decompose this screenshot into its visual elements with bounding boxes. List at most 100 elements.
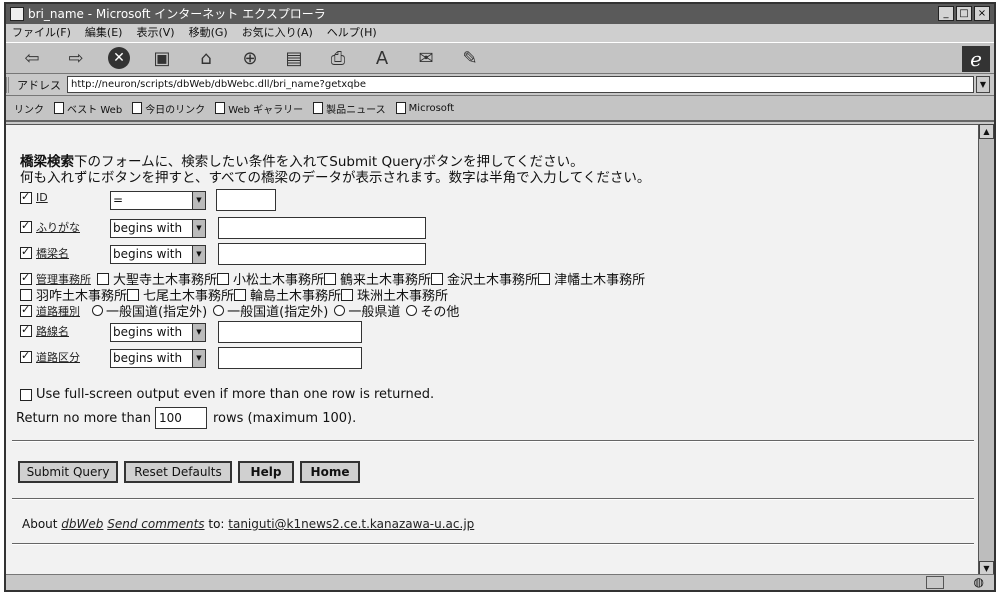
id-checkbox[interactable] bbox=[20, 190, 32, 204]
mail-icon[interactable]: ✉ bbox=[414, 47, 438, 69]
menu-file[interactable]: ファイル(F) bbox=[12, 24, 71, 42]
help-button[interactable]: Help bbox=[238, 461, 294, 483]
fullscreen-label: Use full-screen output even if more than… bbox=[36, 387, 435, 402]
route-name-checkbox[interactable] bbox=[20, 323, 32, 337]
road-type-label[interactable]: 道路種別 bbox=[36, 303, 80, 319]
page-content: 橋梁検索下のフォームに、検索したい条件を入れてSubmit Queryボタンを押… bbox=[6, 124, 978, 576]
refresh-icon[interactable]: ▣ bbox=[150, 47, 174, 69]
divider bbox=[12, 498, 974, 500]
link-product-news[interactable]: 製品ニュース bbox=[313, 101, 386, 116]
menu-view[interactable]: 表示(V) bbox=[136, 24, 174, 42]
edit-icon[interactable]: ✎ bbox=[458, 47, 482, 69]
road-class-checkbox[interactable] bbox=[20, 349, 32, 363]
office-checkbox[interactable] bbox=[20, 271, 32, 285]
route-name-label[interactable]: 路線名 bbox=[36, 323, 69, 339]
minimize-button[interactable]: _ bbox=[938, 6, 954, 21]
return-limit-prefix: Return no more than bbox=[16, 410, 151, 426]
menu-help[interactable]: ヘルプ(H) bbox=[327, 24, 377, 42]
return-limit-suffix: rows (maximum 100). bbox=[212, 410, 357, 426]
menu-bar: ファイル(F) 編集(E) 表示(V) 移動(G) お気に入り(A) ヘルプ(H… bbox=[6, 24, 994, 42]
field-row-furigana: ふりがな bbox=[20, 219, 86, 235]
ie-app-icon bbox=[10, 7, 24, 21]
browser-window: bri_name - Microsoft インターネット エクスプローラ _ □… bbox=[4, 2, 996, 592]
address-input[interactable]: http://neuron/scripts/dbWeb/dbWebc.dll/b… bbox=[67, 76, 974, 93]
office-option-checkbox[interactable] bbox=[127, 288, 140, 301]
office-option-checkbox[interactable] bbox=[217, 272, 230, 285]
furigana-checkbox[interactable] bbox=[20, 219, 32, 233]
office-option-checkbox[interactable] bbox=[341, 288, 354, 301]
furigana-operator-select[interactable]: begins with ▼ bbox=[110, 219, 206, 238]
field-row-road-type: 道路種別 一般国道(指定外) 一般国道(指定外) 一般県道 その他 bbox=[20, 301, 459, 320]
link-microsoft[interactable]: Microsoft bbox=[395, 102, 454, 114]
footer: About dbWeb Send comments to: taniguti@k… bbox=[22, 517, 475, 531]
road-type-radio[interactable] bbox=[334, 305, 346, 316]
vertical-scrollbar[interactable]: ▲ ▼ bbox=[978, 124, 994, 576]
bridge-name-operator-select[interactable]: begins with ▼ bbox=[110, 245, 206, 264]
submit-query-button[interactable]: Submit Query bbox=[18, 461, 118, 483]
route-name-operator-select[interactable]: begins with ▼ bbox=[110, 323, 206, 342]
intro-line-1: 下のフォームに、検索したい条件を入れてSubmit Queryボタンを押してくだ… bbox=[74, 154, 584, 170]
address-dropdown-icon[interactable]: ▼ bbox=[976, 76, 990, 93]
font-icon[interactable]: A bbox=[370, 47, 394, 69]
office-option-checkbox[interactable] bbox=[234, 288, 247, 301]
office-option-checkbox[interactable] bbox=[431, 272, 444, 285]
reset-defaults-button[interactable]: Reset Defaults bbox=[124, 461, 232, 483]
page-icon bbox=[215, 102, 226, 114]
zone-icon bbox=[926, 576, 944, 589]
send-comments-link[interactable]: Send comments bbox=[107, 517, 204, 531]
menu-go[interactable]: 移動(G) bbox=[189, 24, 228, 42]
road-type-radio[interactable] bbox=[213, 305, 225, 316]
road-type-radio[interactable] bbox=[406, 305, 418, 316]
field-row-road-class: 道路区分 bbox=[20, 349, 86, 365]
about-dbweb-link[interactable]: dbWeb bbox=[61, 517, 103, 531]
return-limit-input[interactable]: 100 bbox=[154, 407, 207, 429]
field-row-id: ID bbox=[20, 190, 54, 204]
return-limit-row: Return no more than 100 rows (maximum 10… bbox=[16, 407, 356, 429]
bridge-name-label[interactable]: 橋梁名 bbox=[36, 245, 69, 261]
links-label: リンク bbox=[14, 104, 44, 116]
id-input[interactable] bbox=[216, 189, 276, 211]
toolbar: ⇦ ⇨ ✕ ▣ ⌂ ⊕ ▤ ⎙ A ✉ ✎ e bbox=[6, 42, 994, 74]
page-icon bbox=[132, 102, 143, 114]
road-class-operator-select[interactable]: begins with ▼ bbox=[110, 349, 206, 368]
forward-icon[interactable]: ⇨ bbox=[64, 47, 88, 69]
route-name-input[interactable] bbox=[218, 321, 362, 343]
office-option-checkbox[interactable] bbox=[538, 272, 551, 285]
email-link[interactable]: taniguti@k1news2.ce.t.kanazawa-u.ac.jp bbox=[228, 517, 474, 531]
furigana-label[interactable]: ふりがな bbox=[36, 219, 80, 235]
road-type-radio[interactable] bbox=[92, 305, 103, 316]
maximize-button[interactable]: □ bbox=[956, 6, 972, 21]
search-icon[interactable]: ⊕ bbox=[238, 47, 262, 69]
home-button[interactable]: Home bbox=[300, 461, 360, 483]
address-bar: アドレス http://neuron/scripts/dbWeb/dbWebc.… bbox=[6, 74, 994, 96]
ie-logo-icon: e bbox=[962, 46, 990, 72]
link-best-web[interactable]: ベスト Web bbox=[54, 101, 122, 116]
link-today[interactable]: 今日のリンク bbox=[132, 101, 205, 116]
scroll-up-icon[interactable]: ▲ bbox=[979, 124, 994, 139]
id-operator-select[interactable]: = ▼ bbox=[110, 191, 206, 210]
print-icon[interactable]: ⎙ bbox=[326, 47, 350, 69]
menu-favorites[interactable]: お気に入り(A) bbox=[242, 24, 313, 42]
link-gallery[interactable]: Web ギャラリー bbox=[215, 101, 303, 116]
back-icon[interactable]: ⇦ bbox=[20, 47, 44, 69]
id-label[interactable]: ID bbox=[36, 191, 48, 204]
divider bbox=[12, 543, 974, 545]
bridge-name-checkbox[interactable] bbox=[20, 245, 32, 259]
road-type-checkbox[interactable] bbox=[20, 303, 32, 317]
furigana-input[interactable] bbox=[218, 217, 426, 239]
divider bbox=[12, 440, 974, 442]
road-class-input[interactable] bbox=[218, 347, 362, 369]
close-button[interactable]: × bbox=[974, 6, 990, 21]
chevron-down-icon: ▼ bbox=[192, 350, 205, 367]
home-icon[interactable]: ⌂ bbox=[194, 47, 218, 69]
office-option-checkbox[interactable] bbox=[324, 272, 337, 285]
office-option-checkbox[interactable] bbox=[20, 288, 32, 301]
fullscreen-checkbox[interactable] bbox=[20, 388, 32, 401]
office-option-checkbox[interactable] bbox=[97, 272, 109, 285]
bridge-name-input[interactable] bbox=[218, 243, 426, 265]
favorites-icon[interactable]: ▤ bbox=[282, 47, 306, 69]
menu-edit[interactable]: 編集(E) bbox=[85, 24, 123, 42]
road-class-label[interactable]: 道路区分 bbox=[36, 349, 80, 365]
stop-icon[interactable]: ✕ bbox=[108, 47, 130, 69]
intro-line-2: 何も入れずにボタンを押すと、すべての橋梁のデータが表示されます。数字は半角で入力… bbox=[20, 170, 651, 186]
